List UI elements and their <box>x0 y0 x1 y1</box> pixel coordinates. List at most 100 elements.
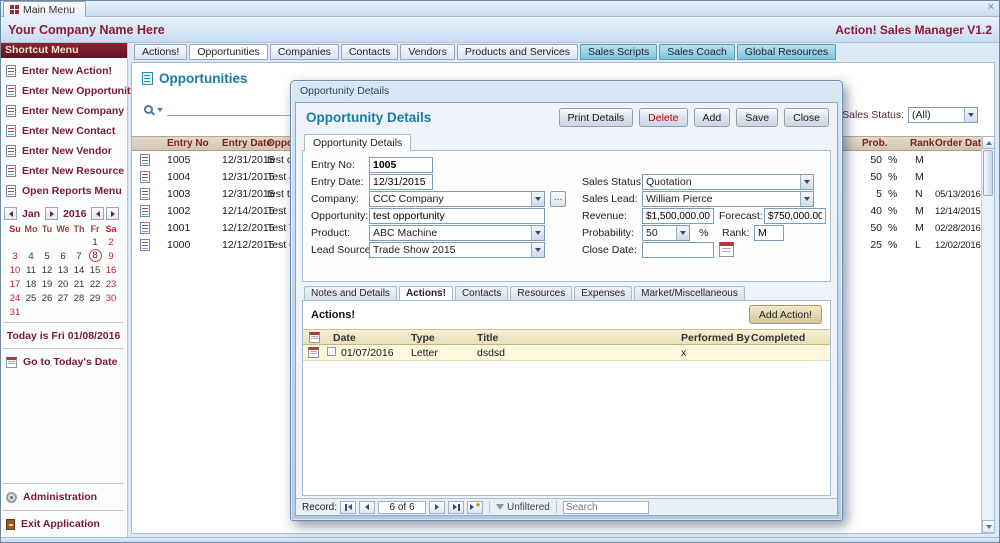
scroll-up-button[interactable] <box>982 136 995 149</box>
action-row[interactable]: 01/07/2016Letterdsdsdx <box>303 345 830 361</box>
dropdown-button[interactable] <box>800 175 813 189</box>
product-select[interactable]: ABC Machine <box>369 225 545 241</box>
exit-application-button[interactable]: Exit Application <box>0 514 127 534</box>
tab-sales-coach[interactable]: Sales Coach <box>659 44 735 60</box>
calendar-day[interactable]: 15 <box>87 263 103 277</box>
sales-status-select[interactable]: (All) <box>908 107 978 123</box>
company-builder-button[interactable] <box>550 191 566 207</box>
tab-opportunity-details[interactable]: Opportunity Details <box>304 134 411 151</box>
tab-companies[interactable]: Companies <box>270 44 339 60</box>
next-month-button[interactable] <box>45 207 58 220</box>
close-date-input[interactable] <box>642 242 714 258</box>
column-header-rank[interactable]: Rank <box>910 138 934 149</box>
calendar-day[interactable]: 12 <box>39 263 55 277</box>
lead-source-select[interactable]: Trade Show 2015 <box>369 242 545 258</box>
calendar-day[interactable]: 11 <box>23 263 39 277</box>
calendar-day[interactable]: 23 <box>103 277 119 291</box>
calendar-day[interactable]: 13 <box>55 263 71 277</box>
forecast-input[interactable] <box>764 208 826 224</box>
calendar-day[interactable]: 9 <box>103 249 119 263</box>
list-scrollbar[interactable] <box>981 136 994 533</box>
search-icon[interactable] <box>144 105 153 114</box>
calendar-day[interactable]: 28 <box>71 291 87 305</box>
dropdown-button[interactable] <box>800 192 813 206</box>
calendar-day[interactable]: 25 <box>23 291 39 305</box>
calendar-day[interactable]: 24 <box>7 291 23 305</box>
first-record-button[interactable] <box>340 501 356 514</box>
actions-column-type[interactable]: Type <box>411 332 435 344</box>
calendar-day[interactable]: 1 <box>87 235 103 249</box>
calendar-day[interactable]: 19 <box>39 277 55 291</box>
sales-status-field-select[interactable]: Quotation <box>642 174 814 190</box>
calendar-day[interactable]: 31 <box>7 305 23 319</box>
record-icon[interactable] <box>140 154 150 166</box>
print-details-button[interactable]: Print Details <box>559 108 634 127</box>
delete-button[interactable]: Delete <box>639 108 687 127</box>
calendar-day[interactable]: 22 <box>87 277 103 291</box>
calendar-day[interactable]: 18 <box>23 277 39 291</box>
close-button[interactable]: Close <box>784 108 829 127</box>
record-icon[interactable] <box>140 188 150 200</box>
tab-contacts[interactable]: Contacts <box>341 44 398 60</box>
calendar-day[interactable]: 5 <box>39 249 55 263</box>
column-header-entry-date[interactable]: Entry Date <box>222 138 272 149</box>
sidebar-item-enter-new-company[interactable]: Enter New Company <box>0 101 127 121</box>
record-icon[interactable] <box>140 239 150 251</box>
sidebar-item-enter-new-action[interactable]: Enter New Action! <box>0 61 127 81</box>
administration-button[interactable]: Administration <box>0 487 127 507</box>
calendar-day[interactable]: 29 <box>87 291 103 305</box>
dropdown-button[interactable] <box>531 243 544 257</box>
record-icon[interactable] <box>140 171 150 183</box>
tab-contacts[interactable]: Contacts <box>455 286 508 301</box>
actions-column-date[interactable]: Date <box>333 332 356 344</box>
dropdown-button[interactable] <box>531 192 544 206</box>
calendar-day[interactable]: 8 <box>89 249 102 262</box>
sidebar-item-open-reports-menu[interactable]: Open Reports Menu <box>0 181 127 201</box>
column-header-prob[interactable]: Prob. <box>862 138 888 149</box>
dropdown-button[interactable] <box>964 108 977 122</box>
opportunity-input[interactable] <box>369 208 545 224</box>
sidebar-item-enter-new-resource[interactable]: Enter New Resource <box>0 161 127 181</box>
prev-year-button[interactable] <box>91 207 104 220</box>
prev-month-button[interactable] <box>4 207 17 220</box>
calendar-day[interactable]: 20 <box>55 277 71 291</box>
calendar-day[interactable]: 6 <box>55 249 71 263</box>
add-action-button[interactable]: Add Action! <box>749 305 822 324</box>
calendar-day[interactable]: 3 <box>7 249 23 263</box>
prev-record-button[interactable] <box>359 501 375 514</box>
row-checkbox[interactable] <box>327 347 336 356</box>
actions-column-completed[interactable]: Completed <box>751 332 805 344</box>
sidebar-item-enter-new-vendor[interactable]: Enter New Vendor <box>0 141 127 161</box>
column-header-order-date[interactable]: Order Date <box>935 138 987 149</box>
calendar-icon[interactable] <box>308 347 319 358</box>
tab-products-and-services[interactable]: Products and Services <box>457 44 578 60</box>
sales-lead-select[interactable]: William Pierce <box>642 191 814 207</box>
calendar-day[interactable]: 7 <box>71 249 87 263</box>
tab-sales-scripts[interactable]: Sales Scripts <box>580 44 657 60</box>
scrollbar-thumb[interactable] <box>983 150 993 196</box>
tab-actions[interactable]: Actions! <box>399 286 453 301</box>
company-select[interactable]: CCC Company <box>369 191 545 207</box>
tab-notes-and-details[interactable]: Notes and Details <box>304 286 397 301</box>
goto-today-button[interactable]: Go to Today's Date <box>0 352 127 372</box>
save-button[interactable]: Save <box>736 108 778 127</box>
calendar-day[interactable]: 17 <box>7 277 23 291</box>
new-record-button[interactable] <box>467 501 483 514</box>
calendar-day[interactable]: 16 <box>103 263 119 277</box>
last-record-button[interactable] <box>448 501 464 514</box>
entry-date-input[interactable] <box>369 174 433 190</box>
actions-column-performed-by[interactable]: Performed By <box>681 332 750 344</box>
search-dropdown-icon[interactable] <box>157 108 163 112</box>
tab-resources[interactable]: Resources <box>510 286 572 301</box>
tab-vendors[interactable]: Vendors <box>400 44 455 60</box>
rank-input[interactable] <box>754 225 784 241</box>
record-search-input[interactable] <box>563 501 649 514</box>
calendar-day[interactable]: 4 <box>23 249 39 263</box>
next-year-button[interactable] <box>106 207 119 220</box>
column-header-entry-no[interactable]: Entry No <box>167 138 209 149</box>
record-icon[interactable] <box>140 222 150 234</box>
dialog-titlebar[interactable]: Opportunity Details <box>291 81 842 102</box>
tab-market-miscellaneous[interactable]: Market/Miscellaneous <box>634 286 745 301</box>
scroll-down-button[interactable] <box>982 520 995 533</box>
tab-global-resources[interactable]: Global Resources <box>737 44 836 60</box>
